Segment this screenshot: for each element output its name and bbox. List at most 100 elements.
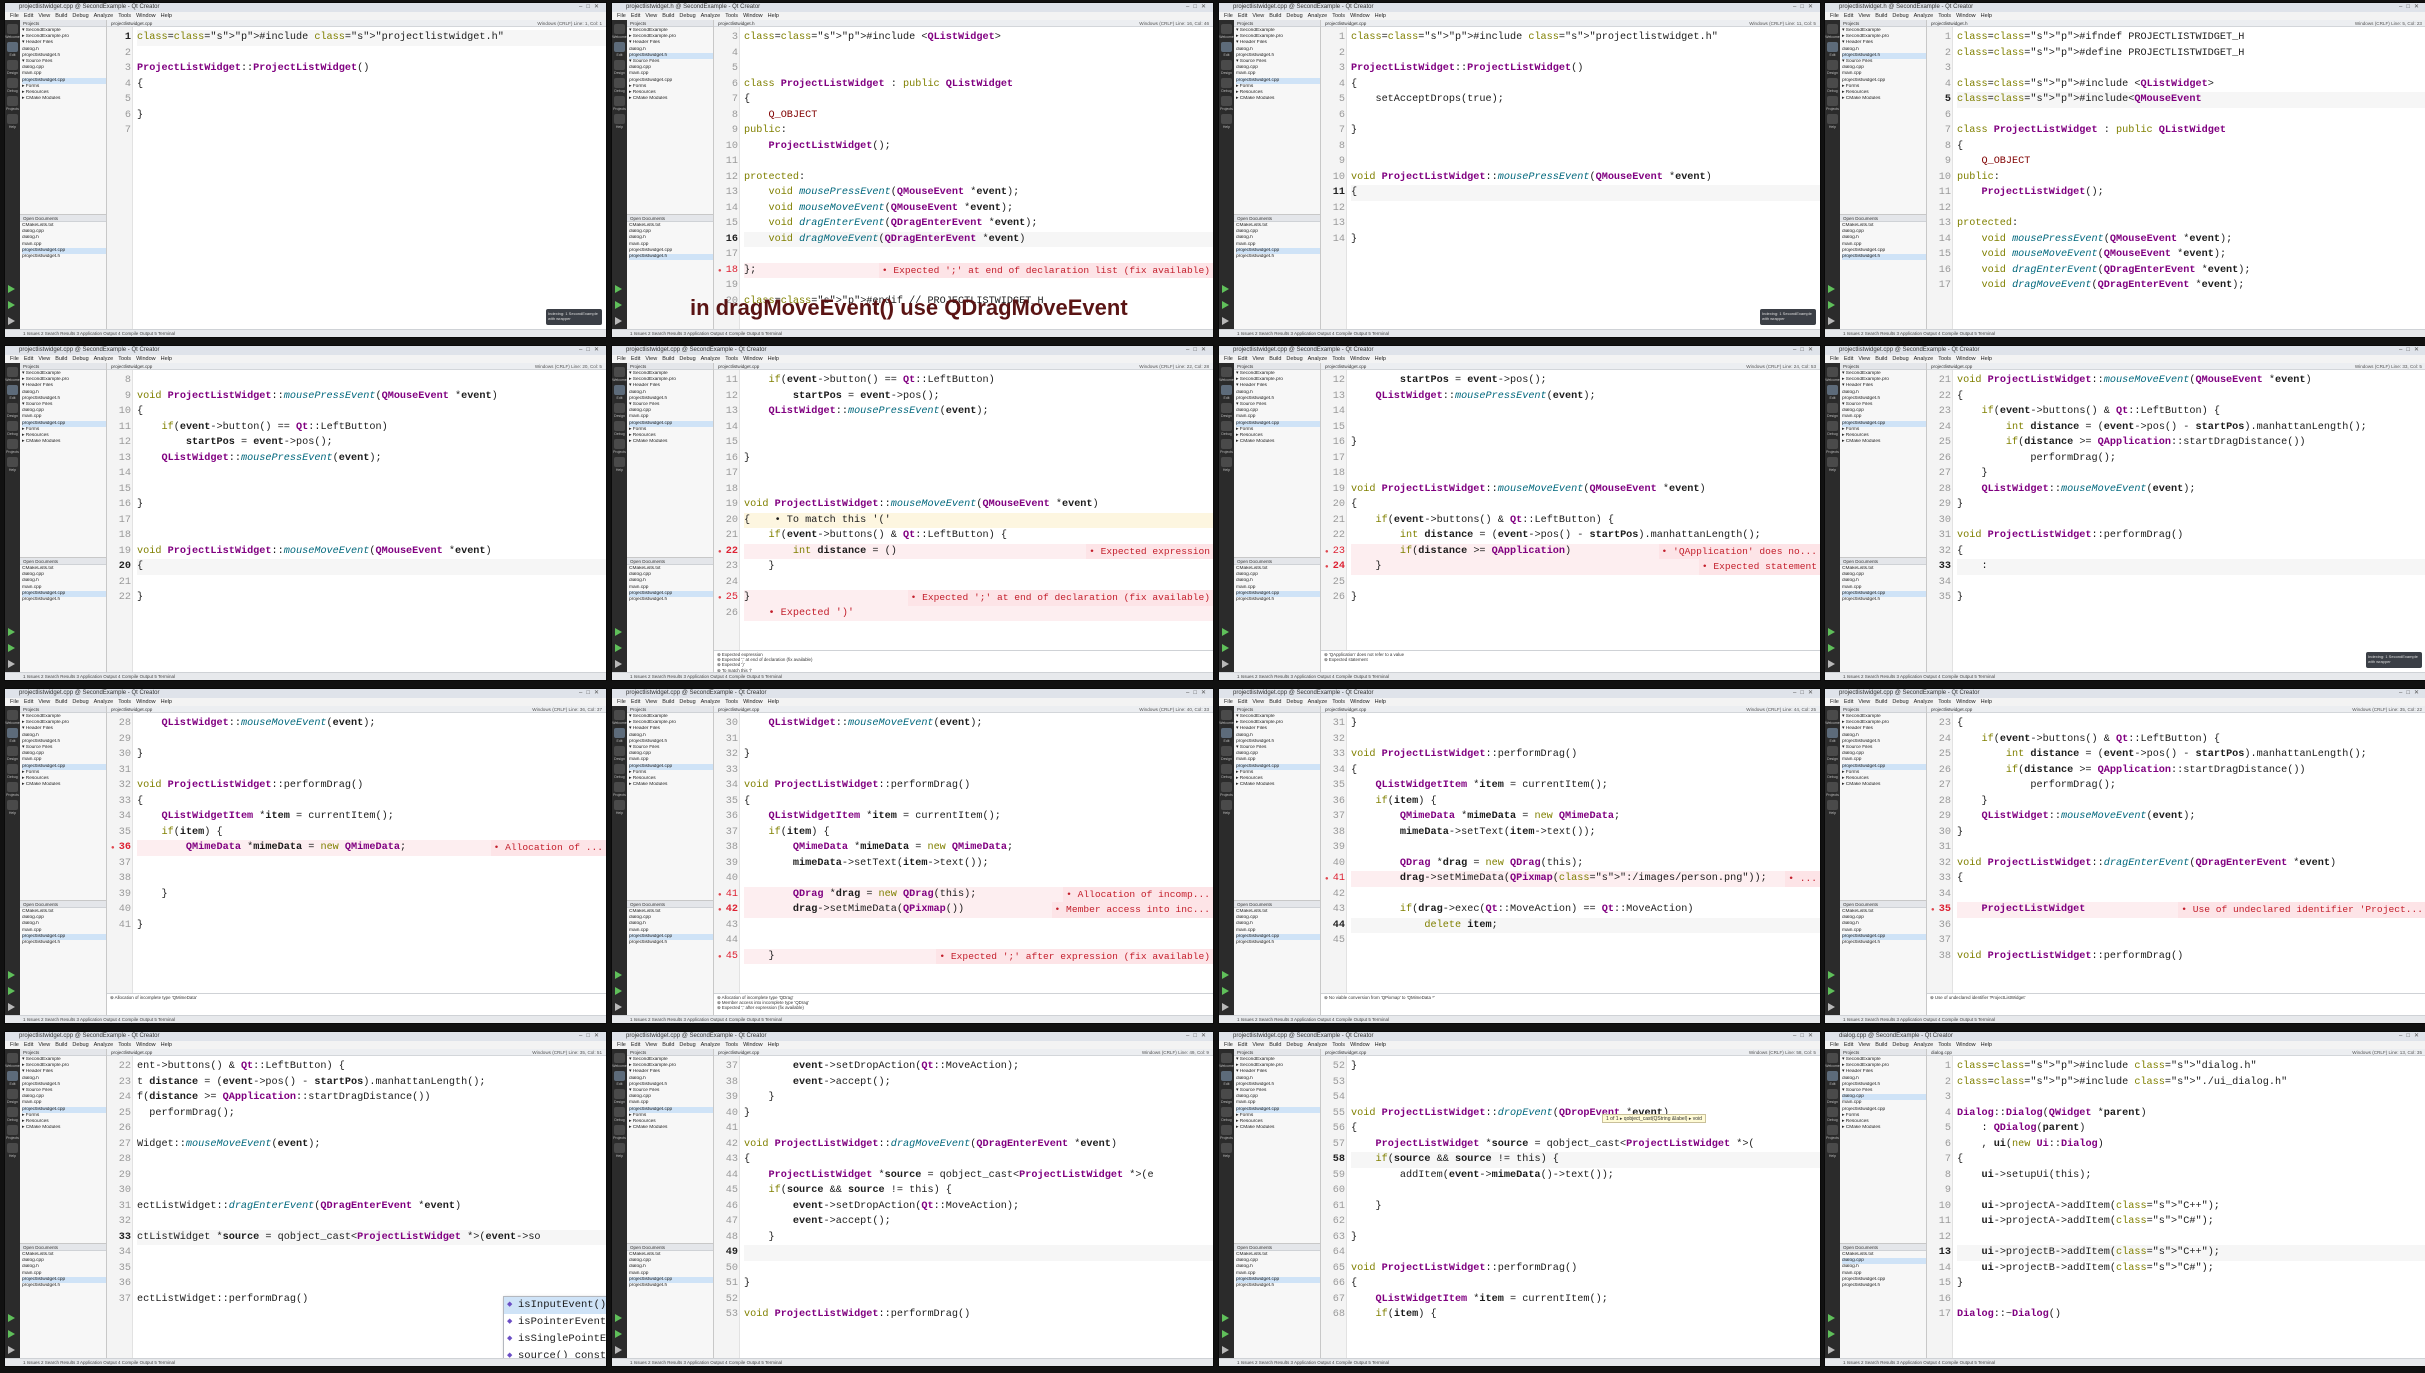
mode-projects-icon[interactable] (1221, 1125, 1232, 1135)
menu-item-window[interactable]: Window (743, 1042, 763, 1048)
mode-help-icon[interactable] (1221, 1143, 1232, 1153)
code-line[interactable]: if(item) { (1351, 1307, 1820, 1323)
mode-edit-icon[interactable] (1827, 728, 1838, 738)
code-editor[interactable]: dialog.cpp Windows (CRLF) Line: 13, Col: … (1927, 1049, 2425, 1358)
code-line[interactable] (1957, 1230, 2425, 1246)
code-line[interactable]: if(source && source != this) { (744, 1183, 1213, 1199)
code-line[interactable] (1351, 46, 1820, 62)
projects-pane-header[interactable]: Projects (1234, 20, 1320, 27)
menu-item-debug[interactable]: Debug (679, 13, 695, 19)
menu-item-file[interactable]: File (617, 699, 626, 705)
menu-item-file[interactable]: File (1830, 356, 1839, 362)
open-document-item[interactable]: projectlistwidget.h (629, 940, 713, 946)
code-line[interactable]: • Expected ')' (744, 605, 1213, 621)
debug-run-icon[interactable] (1828, 644, 1835, 652)
code-line[interactable] (1957, 887, 2425, 903)
code-editor[interactable]: projectlistwidget.cpp Windows (CRLF) Line… (107, 1049, 606, 1358)
code-line[interactable]: QMimeData *mimeData = new QMimeData; (744, 840, 1213, 856)
code-line[interactable]: if(item) { (137, 825, 606, 841)
menu-item-help[interactable]: Help (1375, 699, 1386, 705)
code-line[interactable]: QListWidget::mouseMoveEvent(event); (744, 716, 1213, 732)
mode-help-icon[interactable] (614, 457, 625, 467)
run-icon[interactable] (1222, 971, 1229, 979)
editor-tab[interactable]: projectlistwidget.cpp Windows (CRLF) Line… (107, 1049, 606, 1056)
code-line[interactable] (137, 528, 606, 544)
run-icon[interactable] (1828, 285, 1835, 293)
menu-item-debug[interactable]: Debug (72, 699, 88, 705)
menu-item-help[interactable]: Help (1981, 13, 1992, 19)
mode-design-icon[interactable] (7, 1089, 18, 1099)
code-line[interactable] (744, 933, 1213, 949)
code-line[interactable]: class ProjectListWidget : public QListWi… (744, 77, 1213, 93)
code-line[interactable]: event->accept(); (744, 1214, 1213, 1230)
mode-projects-icon[interactable] (7, 439, 18, 449)
code-area[interactable]: { if(event->buttons() & Qt::LeftButton) … (1953, 713, 2425, 993)
code-line[interactable]: } (1351, 1199, 1820, 1215)
menu-item-analyze[interactable]: Analyze (1308, 356, 1328, 362)
debug-run-icon[interactable] (8, 987, 15, 995)
code-line[interactable]: if(event->button() == Qt::LeftButton) (744, 373, 1213, 389)
code-line[interactable]: ProjectListWidget *source = qobject_cast… (744, 1168, 1213, 1184)
code-line[interactable] (137, 1261, 606, 1277)
code-editor[interactable]: projectlistwidget.cpp Windows (CRLF) Line… (1927, 706, 2425, 993)
menu-item-build[interactable]: Build (1875, 356, 1887, 362)
code-line[interactable]: } (137, 887, 606, 903)
code-line[interactable]: class=class="s">"p">#include <QListWidge… (1957, 77, 2425, 93)
debug-run-icon[interactable] (1222, 987, 1229, 995)
mode-welcome-icon[interactable] (614, 1053, 625, 1063)
code-line[interactable]: { (1957, 716, 2425, 732)
debug-run-icon[interactable] (615, 644, 622, 652)
code-line[interactable]: startPos = event->pos(); (1351, 373, 1820, 389)
mode-design-icon[interactable] (7, 746, 18, 756)
issue-item[interactable]: ⊗ Use of undeclared identifier 'ProjectL… (1930, 995, 2423, 1000)
menu-item-analyze[interactable]: Analyze (1308, 699, 1328, 705)
code-line[interactable] (137, 482, 606, 498)
code-line[interactable]: int distance = (event->pos() - startPos)… (1957, 747, 2425, 763)
code-line[interactable] (744, 420, 1213, 436)
menu-item-debug[interactable]: Debug (1892, 356, 1908, 362)
code-line[interactable]: void ProjectListWidget::mousePressEvent(… (1351, 170, 1820, 186)
code-line[interactable] (744, 466, 1213, 482)
code-line[interactable]: void ProjectListWidget::mousePressEvent(… (137, 389, 606, 405)
code-line[interactable] (1351, 1090, 1820, 1106)
code-line[interactable]: void ProjectListWidget::dragEnterEvent(Q… (1957, 856, 2425, 872)
mode-projects-icon[interactable] (1221, 782, 1232, 792)
code-line[interactable]: { (1351, 77, 1820, 93)
code-line[interactable]: { (1957, 544, 2425, 560)
menu-item-analyze[interactable]: Analyze (701, 13, 721, 19)
code-line[interactable]: if(item) { (744, 825, 1213, 841)
code-area[interactable]: startPos = event->pos(); QListWidget::mo… (1347, 370, 1820, 650)
menu-item-edit[interactable]: Edit (1238, 13, 1247, 19)
mode-help-icon[interactable] (1827, 457, 1838, 467)
menu-item-window[interactable]: Window (1956, 699, 1976, 705)
code-line[interactable] (1351, 1075, 1820, 1091)
menu-item-build[interactable]: Build (55, 356, 67, 362)
code-line[interactable]: { (744, 1152, 1213, 1168)
code-line[interactable] (1957, 1090, 2425, 1106)
code-line[interactable]: QListWidgetItem *item = currentItem(); (1351, 778, 1820, 794)
code-line[interactable]: QListWidgetItem *item = currentItem(); (137, 809, 606, 825)
issue-item[interactable]: ⊗ Allocation of incomplete type 'QMimeDa… (110, 995, 603, 1000)
mode-debug-icon[interactable] (7, 764, 18, 774)
mode-welcome-icon[interactable] (7, 710, 18, 720)
code-line[interactable]: void ProjectListWidget::performDrag() (1957, 949, 2425, 965)
code-line[interactable] (1351, 575, 1820, 591)
menu-item-file[interactable]: File (10, 13, 19, 19)
menu-item-analyze[interactable]: Analyze (701, 1042, 721, 1048)
code-line[interactable]: { (1957, 139, 2425, 155)
code-line[interactable]: Dialog::~Dialog() (1957, 1307, 2425, 1323)
run-icon[interactable] (1828, 628, 1835, 636)
mode-projects-icon[interactable] (1827, 439, 1838, 449)
code-area[interactable]: ent->buttons() & Qt::LeftButton) {t dist… (133, 1056, 606, 1358)
code-line[interactable]: class=class="s">"p">#include class="s">"… (1351, 30, 1820, 46)
mode-design-icon[interactable] (1221, 60, 1232, 70)
code-area[interactable]: class=class="s">"p">#include class="s">"… (1953, 1056, 2425, 1358)
mode-edit-icon[interactable] (7, 1071, 18, 1081)
menu-item-view[interactable]: View (38, 1042, 50, 1048)
code-line[interactable] (137, 902, 606, 918)
menu-item-analyze[interactable]: Analyze (701, 699, 721, 705)
code-line[interactable]: setAcceptDrops(true); (1351, 92, 1820, 108)
menu-item-window[interactable]: Window (1956, 1042, 1976, 1048)
open-document-item[interactable]: projectlistwidget.h (1842, 254, 1926, 261)
code-line[interactable]: protected: (1957, 216, 2425, 232)
